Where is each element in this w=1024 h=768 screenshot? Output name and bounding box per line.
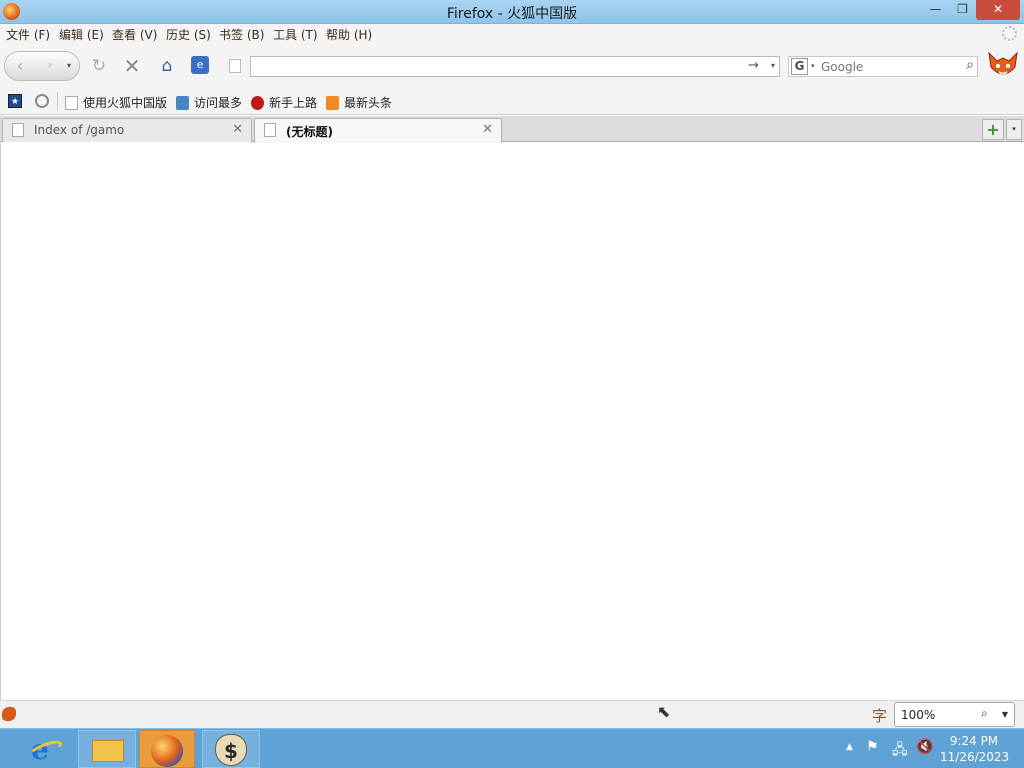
url-history-dropdown-icon[interactable]: ▾ (771, 61, 775, 70)
firefox-cn-status-icon[interactable] (2, 707, 16, 721)
search-icon[interactable]: ⌕ (966, 57, 974, 73)
menu-history[interactable]: 历史 (S) (166, 26, 211, 43)
menu-tools[interactable]: 工具 (T) (273, 26, 318, 43)
bookmarks-star-icon[interactable]: ★ (8, 94, 22, 108)
windows-taskbar: e $ ▲ ⚑ 🖧 🔇 9:24 PM 11/26/2023 (0, 728, 1024, 768)
home-button[interactable]: ⌂ (157, 56, 177, 76)
tab-close-icon[interactable]: ✕ (232, 122, 243, 137)
bookmark-latest-headlines[interactable]: 最新头条 (326, 94, 392, 110)
ie-tab-icon[interactable]: e (191, 56, 209, 74)
network-icon[interactable]: 🖧 (892, 739, 908, 768)
firefox-cn-icon (251, 95, 264, 110)
taskbar-internet-explorer[interactable]: e (18, 730, 76, 768)
page-icon (65, 95, 78, 110)
restore-button[interactable]: ❐ (949, 0, 976, 20)
volume-muted-icon[interactable]: 🔇 (916, 739, 933, 768)
window-title: Firefox - 火狐中国版 (446, 6, 578, 22)
most-visited-icon (176, 95, 189, 110)
minimize-button[interactable]: — (922, 0, 949, 20)
rss-feed-icon (326, 95, 339, 110)
close-button[interactable]: ✕ (976, 0, 1020, 20)
tab-untitled[interactable]: (无标题) ✕ (254, 118, 502, 143)
tab-label: (无标题) (286, 125, 333, 139)
menu-view[interactable]: 查看 (V) (112, 26, 157, 43)
navigation-toolbar: ‹ › ▾ ↻ ✕ ⌂ e → ▾ G ▾ ⌕ (0, 44, 1024, 88)
reload-button[interactable]: ↻ (89, 56, 109, 76)
toolbar-separator (57, 92, 58, 111)
mouse-cursor-icon: ⬉ (657, 702, 671, 721)
page-icon (12, 123, 24, 137)
menu-bookmarks[interactable]: 书签 (B) (219, 26, 264, 43)
tab-close-icon[interactable]: ✕ (482, 122, 493, 137)
zoom-value: 100% (901, 708, 936, 722)
history-clock-icon[interactable] (35, 94, 49, 108)
firefox-icon (151, 735, 183, 767)
menu-bar: 文件 (F) 编辑 (E) 查看 (V) 历史 (S) 书签 (B) 工具 (T… (0, 24, 1024, 44)
bookmark-use-firefox-cn[interactable]: 使用火狐中国版 (65, 94, 167, 110)
go-arrow-icon[interactable]: → (748, 58, 759, 73)
bookmark-getting-started[interactable]: 新手上路 (251, 94, 317, 110)
status-bar: ⬉ 字 100% ⌕ ▼ (0, 700, 1024, 728)
taskbar-firefox[interactable] (139, 730, 195, 768)
bookmark-most-visited[interactable]: 访问最多 (176, 94, 242, 110)
search-bar: G ▾ ⌕ (788, 56, 978, 77)
search-engine-icon[interactable]: G (791, 58, 808, 75)
folder-icon (92, 740, 124, 762)
tab-list-button[interactable]: ▾ (1006, 119, 1022, 140)
menu-help[interactable]: 帮助 (H) (326, 26, 372, 43)
history-dropdown-icon[interactable]: ▾ (67, 61, 71, 70)
page-icon (264, 123, 276, 137)
menu-file[interactable]: 文件 (F) (6, 26, 50, 43)
money-bag-icon: $ (215, 734, 247, 766)
title-bar: Firefox - 火狐中国版 — ❐ ✕ (0, 0, 1024, 24)
menu-edit[interactable]: 编辑 (E) (59, 26, 104, 43)
site-identity-icon[interactable] (229, 59, 241, 73)
font-size-icon[interactable]: 字 (872, 705, 887, 726)
bookmarks-toolbar: ★ 使用火狐中国版 访问最多 新手上路 最新头条 (0, 88, 1024, 115)
tab-label: Index of /gamo (34, 123, 125, 137)
tab-index-of-gamo[interactable]: Index of /gamo ✕ (2, 118, 252, 142)
forward-button[interactable]: › (39, 56, 61, 76)
stop-button[interactable]: ✕ (122, 56, 142, 76)
url-bar[interactable]: → ▾ (250, 56, 780, 77)
taskbar-file-explorer[interactable] (78, 730, 136, 768)
tab-strip: Index of /gamo ✕ (无标题) ✕ + ▾ (0, 116, 1024, 143)
back-button[interactable]: ‹ (5, 52, 35, 80)
zoom-magnifier-icon: ⌕ (981, 706, 988, 720)
new-tab-button[interactable]: + (982, 119, 1004, 140)
search-input[interactable] (821, 59, 951, 74)
clock-date: 11/26/2023 (940, 750, 1010, 764)
page-content[interactable] (0, 143, 1024, 700)
firefox-china-fox-icon[interactable] (986, 49, 1020, 81)
back-forward-group: ‹ › ▾ (4, 51, 80, 81)
show-hidden-icons-icon[interactable]: ▲ (846, 742, 853, 768)
clock-time: 9:24 PM (949, 734, 999, 748)
taskbar-money-app[interactable]: $ (202, 730, 260, 768)
zoom-select[interactable]: 100% ⌕ ▼ (894, 702, 1015, 727)
activity-throbber-icon (1002, 26, 1017, 41)
action-center-flag-icon[interactable]: ⚑ (866, 739, 879, 768)
system-clock[interactable]: 9:24 PM 11/26/2023 (940, 733, 1010, 765)
zoom-dropdown-icon[interactable]: ▼ (1002, 710, 1008, 719)
search-engine-dropdown-icon[interactable]: ▾ (811, 62, 815, 70)
